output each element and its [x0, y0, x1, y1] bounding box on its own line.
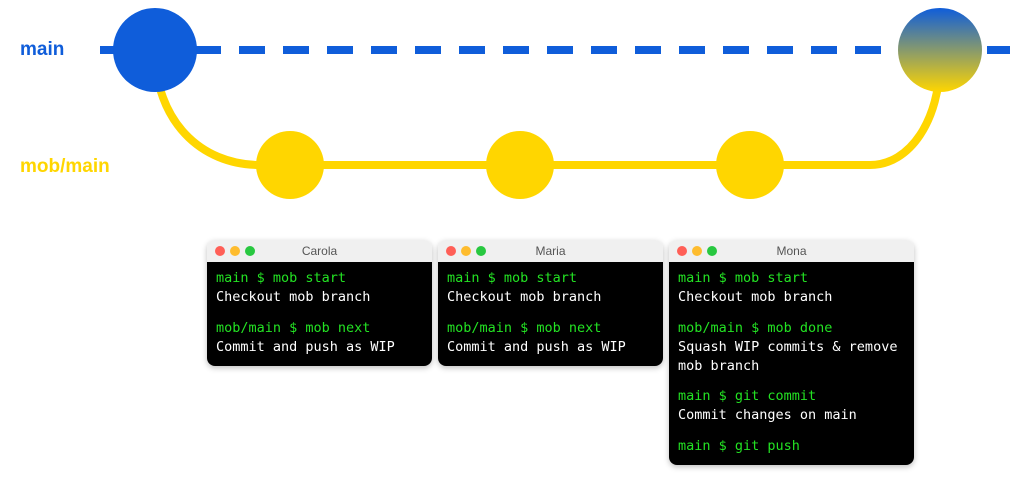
terminal-titlebar: Maria — [438, 240, 663, 262]
terminal-line: Commit changes on main — [678, 406, 905, 425]
terminal-line: Squash WIP commits & remove mob branch — [678, 338, 905, 376]
terminal-line: Checkout mob branch — [678, 288, 905, 307]
terminal-line: mob/main $ mob next — [216, 319, 423, 338]
terminal-titlebar: Mona — [669, 240, 914, 262]
terminal-line: Checkout mob branch — [216, 288, 423, 307]
terminal-body: main $ mob start Checkout mob branch mob… — [438, 262, 663, 366]
mob-branch-path — [155, 50, 940, 165]
commit-start — [113, 8, 197, 92]
terminal-line: Checkout mob branch — [447, 288, 654, 307]
terminal-body: main $ mob start Checkout mob branch mob… — [207, 262, 432, 366]
commit-mob-2 — [486, 131, 554, 199]
terminal-line: main $ mob start — [678, 269, 905, 288]
terminal-line: main $ mob start — [447, 269, 654, 288]
branch-label-mob: mob/main — [20, 156, 110, 178]
commit-merge — [898, 8, 982, 92]
commit-mob-1 — [256, 131, 324, 199]
terminal-mona: Mona main $ mob start Checkout mob branc… — [669, 240, 914, 465]
terminal-carola: Carola main $ mob start Checkout mob bra… — [207, 240, 432, 366]
terminal-title: Maria — [438, 244, 663, 258]
terminal-maria: Maria main $ mob start Checkout mob bran… — [438, 240, 663, 366]
terminal-line: Commit and push as WIP — [447, 338, 654, 357]
terminal-titlebar: Carola — [207, 240, 432, 262]
terminal-line: main $ git push — [678, 437, 905, 456]
terminal-line: main $ mob start — [216, 269, 423, 288]
terminal-line: mob/main $ mob next — [447, 319, 654, 338]
terminal-line: mob/main $ mob done — [678, 319, 905, 338]
terminal-body: main $ mob start Checkout mob branch mob… — [669, 262, 914, 465]
terminal-title: Carola — [207, 244, 432, 258]
commit-mob-3 — [716, 131, 784, 199]
branch-graph — [0, 0, 1010, 220]
terminal-title: Mona — [669, 244, 914, 258]
terminal-line: main $ git commit — [678, 387, 905, 406]
terminal-line: Commit and push as WIP — [216, 338, 423, 357]
branch-label-main: main — [20, 39, 64, 61]
